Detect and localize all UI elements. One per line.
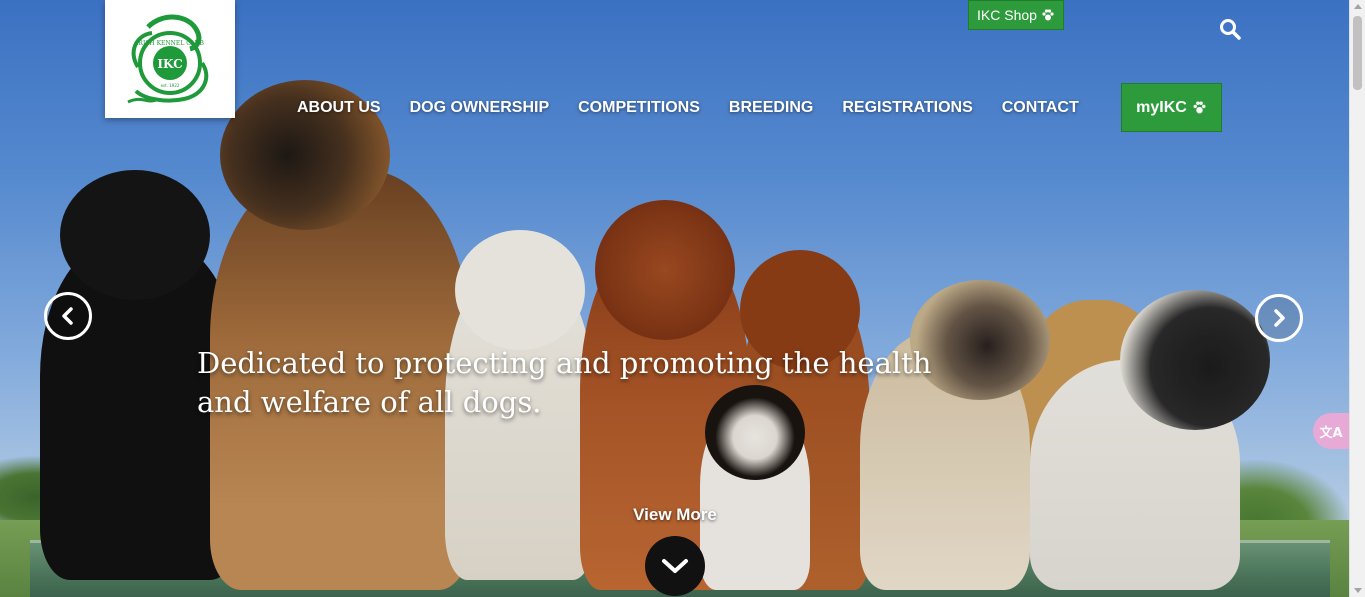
myikc-label: myIKC [1136, 98, 1187, 116]
ikc-shop-button[interactable]: IKC Shop [968, 0, 1064, 30]
hero-headline-line-2: and welfare of all dogs. [197, 385, 542, 419]
chevron-down-icon [662, 559, 688, 573]
logo-text: IKC [157, 57, 182, 71]
nav-registrations[interactable]: REGISTRATIONS [842, 98, 972, 118]
chevron-left-icon [62, 307, 73, 325]
myikc-button[interactable]: myIKC [1121, 83, 1222, 132]
logo-arc-text: IRISH KENNEL CLUB [136, 40, 204, 47]
scrollbar-thumb[interactable] [1353, 16, 1362, 90]
chevron-right-icon [1274, 309, 1285, 327]
nav-about-us[interactable]: ABOUT US [297, 98, 381, 118]
main-nav: ABOUT US DOG OWNERSHIP COMPETITIONS BREE… [297, 98, 1108, 118]
carousel-next-button[interactable] [1255, 294, 1303, 342]
translate-glyph: 文A [1319, 425, 1343, 441]
ikc-shop-label: IKC Shop [977, 7, 1037, 23]
translate-icon[interactable]: 文A [1313, 413, 1349, 449]
nav-breeding[interactable]: BREEDING [729, 98, 813, 118]
hero-headline: Dedicated to protecting and promoting th… [197, 344, 957, 422]
view-more-label[interactable]: View More [620, 505, 730, 525]
carousel-prev-button[interactable] [44, 292, 92, 340]
nav-competitions[interactable]: COMPETITIONS [578, 98, 700, 118]
logo-link[interactable]: IKC IRISH KENNEL CLUB est. 1922 [105, 0, 235, 118]
scroll-down-arrow-icon[interactable] [1354, 588, 1362, 593]
paw-icon [1193, 101, 1206, 114]
logo-est-text: est. 1922 [161, 83, 180, 88]
nav-dog-ownership[interactable]: DOG OWNERSHIP [410, 98, 550, 118]
hero-headline-line-1: Dedicated to protecting and promoting th… [197, 346, 932, 380]
scroll-up-arrow-icon[interactable] [1354, 4, 1362, 9]
nav-contact[interactable]: CONTACT [1002, 98, 1079, 118]
search-icon[interactable] [1219, 18, 1241, 40]
ikc-logo-icon: IKC IRISH KENNEL CLUB est. 1922 [127, 14, 209, 104]
paw-icon [1042, 9, 1054, 21]
scroll-down-button[interactable] [645, 536, 705, 596]
page-scrollbar[interactable] [1349, 0, 1365, 597]
